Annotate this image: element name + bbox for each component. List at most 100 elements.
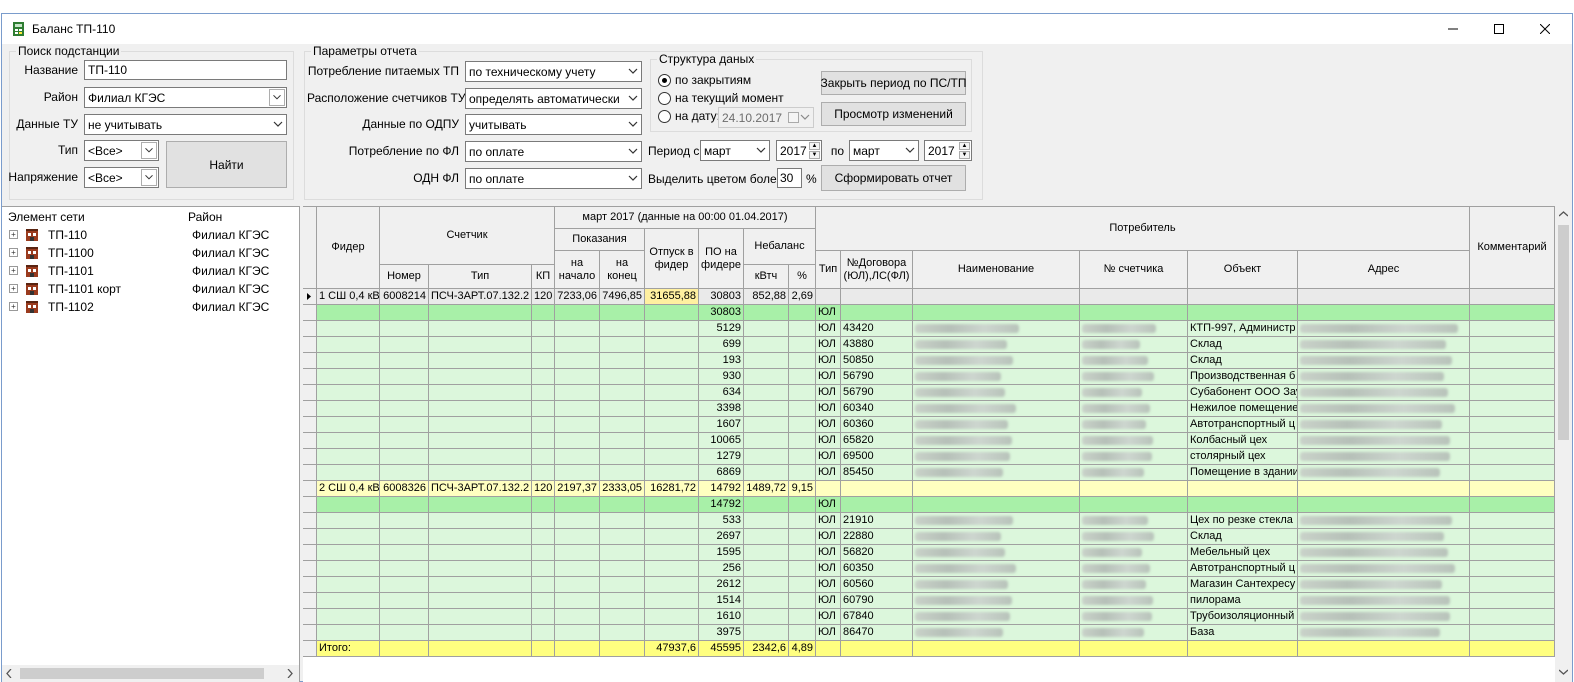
- find-button[interactable]: Найти: [166, 141, 287, 188]
- expand-icon[interactable]: +: [9, 302, 18, 311]
- tu-combo[interactable]: не учитывать: [84, 114, 287, 135]
- header-readings[interactable]: Показания: [555, 229, 645, 251]
- table-row[interactable]: 1607 ЮЛ 60360 Автотранспортный ц: [303, 417, 1555, 433]
- consumption-tp-combo[interactable]: по техническому учету: [465, 61, 642, 82]
- spin-down-icon[interactable]: ▼: [809, 151, 820, 159]
- period-from-year-spinner[interactable]: 2017 ▲ ▼: [776, 140, 822, 161]
- scroll-thumb[interactable]: [20, 668, 264, 679]
- fl-combo[interactable]: по оплате: [465, 141, 642, 162]
- highlight-input[interactable]: 30: [777, 168, 802, 188]
- header-release[interactable]: Отпуск в фидер: [645, 229, 699, 289]
- header-pct[interactable]: %: [789, 265, 816, 289]
- spinner-arrows[interactable]: ▲ ▼: [959, 142, 970, 159]
- name-input[interactable]: ТП-110: [84, 60, 287, 80]
- header-ctype[interactable]: Тип: [816, 251, 841, 289]
- table-row[interactable]: 634 ЮЛ 56790 Субабонент ООО Зау: [303, 385, 1555, 401]
- tree-col-district[interactable]: Район: [188, 210, 222, 224]
- radio-closures[interactable]: по закрытиям: [658, 73, 751, 87]
- expand-icon[interactable]: +: [9, 266, 18, 275]
- tree-item[interactable]: + ТП-1101 корт Филиал КГЭС: [2, 280, 299, 298]
- minimize-button[interactable]: [1430, 14, 1476, 44]
- header-comment[interactable]: Комментарий: [1470, 207, 1555, 289]
- meters-combo[interactable]: определять автоматически: [465, 88, 642, 109]
- table-row[interactable]: 1595 ЮЛ 56820 Мебельный цех: [303, 545, 1555, 561]
- header-cmeter[interactable]: № счетчика: [1080, 251, 1188, 289]
- header-contract[interactable]: №Договора (ЮЛ),ЛС(ФЛ): [841, 251, 913, 289]
- scroll-left-icon[interactable]: [5, 669, 13, 678]
- table-row[interactable]: 3975 ЮЛ 86470 База: [303, 625, 1555, 641]
- table-row[interactable]: 1610 ЮЛ 67840 Трубоизоляционный: [303, 609, 1555, 625]
- table-row[interactable]: 2612 ЮЛ 60560 Магазин Сантехресу: [303, 577, 1555, 593]
- header-imbalance[interactable]: Небаланс: [744, 229, 816, 265]
- header-type[interactable]: Тип: [429, 265, 532, 289]
- build-report-button[interactable]: Сформировать отчет: [821, 165, 966, 191]
- odpu-combo[interactable]: учитывать: [465, 114, 642, 135]
- header-meter[interactable]: Счетчик: [380, 207, 555, 265]
- period-from-month-combo[interactable]: март: [700, 140, 770, 161]
- header-cname[interactable]: Наименование: [913, 251, 1080, 289]
- feeder-row[interactable]: 2 СШ 0,4 кВ 6008326 ПСЧ-3АРТ.07.132.2 120 21…: [303, 481, 1555, 497]
- vertical-scrollbar[interactable]: [1555, 206, 1572, 682]
- scroll-down-icon[interactable]: [1559, 668, 1568, 676]
- cell-kp: [532, 561, 555, 577]
- table-row[interactable]: 193 ЮЛ 50850 Склад: [303, 353, 1555, 369]
- scroll-thumb[interactable]: [1558, 225, 1569, 440]
- table-row[interactable]: 1279 ЮЛ 69500 столярный цех: [303, 449, 1555, 465]
- header-period[interactable]: март 2017 (данные на 00:00 01.04.2017): [555, 207, 816, 229]
- tree-col-element[interactable]: Элемент сети: [8, 210, 85, 224]
- spin-down-icon[interactable]: ▼: [959, 151, 970, 159]
- expand-icon[interactable]: +: [9, 284, 18, 293]
- period-to-month-combo[interactable]: март: [849, 140, 919, 161]
- header-kp[interactable]: КП: [532, 265, 555, 289]
- table-row[interactable]: 533 ЮЛ 21910 Цех по резке стекла: [303, 513, 1555, 529]
- maximize-button[interactable]: [1476, 14, 1522, 44]
- header-address[interactable]: Адрес: [1298, 251, 1470, 289]
- table-row[interactable]: 14792 ЮЛ: [303, 497, 1555, 513]
- table-row[interactable]: 3398 ЮЛ 60340 Нежилое помещение: [303, 401, 1555, 417]
- table-row[interactable]: 256 ЮЛ 60350 Автотранспортный ц: [303, 561, 1555, 577]
- spin-up-icon[interactable]: ▲: [959, 142, 970, 150]
- feeder-row[interactable]: 1 СШ 0,4 кВ 6008214 ПСЧ-3АРТ.07.132.2 120 72…: [303, 289, 1555, 305]
- header-object[interactable]: Объект: [1188, 251, 1298, 289]
- tree-item[interactable]: + ТП-110 Филиал КГЭС: [2, 226, 299, 244]
- header-feeder[interactable]: Фидер: [317, 207, 380, 289]
- view-changes-button[interactable]: Просмотр изменений: [821, 102, 966, 126]
- header-end[interactable]: на конец: [600, 251, 645, 289]
- tree-item[interactable]: + ТП-1101 Филиал КГЭС: [2, 262, 299, 280]
- close-button[interactable]: [1522, 14, 1568, 44]
- table-row[interactable]: 6869 ЮЛ 85450 Помещение в здании: [303, 465, 1555, 481]
- table-row[interactable]: 930 ЮЛ 56790 Производственная б: [303, 369, 1555, 385]
- expand-icon[interactable]: +: [9, 248, 18, 257]
- header-corner[interactable]: [303, 207, 317, 289]
- table-row[interactable]: 30803 ЮЛ: [303, 305, 1555, 321]
- date-picker[interactable]: 24.10.2017: [718, 107, 814, 128]
- scroll-right-icon[interactable]: [286, 669, 294, 678]
- table-row[interactable]: 699 ЮЛ 43880 Склад: [303, 337, 1555, 353]
- header-number[interactable]: Номер: [380, 265, 429, 289]
- odn-combo[interactable]: по оплате: [465, 168, 642, 189]
- header-consumer[interactable]: Потребитель: [816, 207, 1470, 251]
- tree-item[interactable]: + ТП-1102 Филиал КГЭС: [2, 298, 299, 316]
- district-combo[interactable]: Филиал КГЭС: [84, 87, 287, 108]
- table-row[interactable]: 5129 ЮЛ 43420 КТП-997, Администр: [303, 321, 1555, 337]
- table-row[interactable]: 10065 ЮЛ 65820 Колбасный цех: [303, 433, 1555, 449]
- horizontal-scrollbar[interactable]: [2, 665, 299, 682]
- period-to-year-spinner[interactable]: 2017 ▲ ▼: [924, 140, 972, 161]
- tree-item[interactable]: + ТП-1100 Филиал КГЭС: [2, 244, 299, 262]
- header-po[interactable]: ПО на фидере: [699, 229, 744, 289]
- table-row[interactable]: 1514 ЮЛ 60790 пилорама: [303, 593, 1555, 609]
- close-period-button[interactable]: Закрыть период по ПС/ТП: [821, 71, 966, 95]
- cell-ctype: ЮЛ: [816, 337, 841, 353]
- radio-date[interactable]: на дату:: [658, 109, 720, 123]
- radio-current[interactable]: на текущий момент: [658, 91, 784, 105]
- header-kwh[interactable]: кВтч: [744, 265, 789, 289]
- scroll-up-icon[interactable]: [1559, 210, 1568, 218]
- total-row[interactable]: Итого: 47937,6 45595 2342,6 4,89: [303, 641, 1555, 657]
- header-start[interactable]: на начало: [555, 251, 600, 289]
- table-row[interactable]: 2697 ЮЛ 22880 Склад: [303, 529, 1555, 545]
- expand-icon[interactable]: +: [9, 230, 18, 239]
- spin-up-icon[interactable]: ▲: [809, 142, 820, 150]
- type-combo[interactable]: <Все>: [84, 140, 159, 161]
- voltage-combo[interactable]: <Все>: [84, 167, 159, 188]
- spinner-arrows[interactable]: ▲ ▼: [809, 142, 820, 159]
